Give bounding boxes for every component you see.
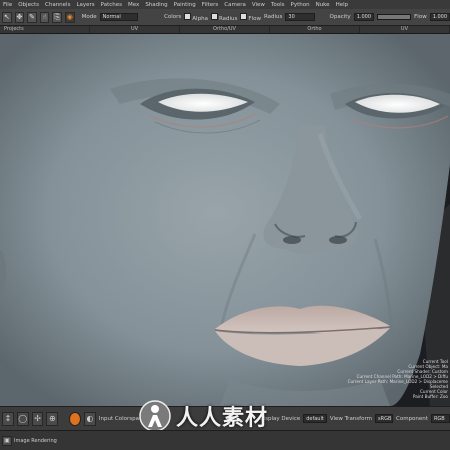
orbit-icon[interactable]: ◯ — [16, 411, 29, 426]
radius-input[interactable]: 30 — [285, 13, 316, 21]
menu-item-patches[interactable]: Patches — [101, 2, 122, 8]
menu-item-tools[interactable]: Tools — [271, 2, 285, 8]
radius-field-label: Radius — [263, 14, 283, 20]
radius-checkbox[interactable]: Radius — [210, 12, 238, 22]
menu-item-objects[interactable]: Objects — [18, 2, 39, 8]
status-bar: ▣ Image Rendering — [0, 430, 450, 450]
menu-item-filters[interactable]: Filters — [202, 2, 219, 8]
render-icon[interactable]: ▣ — [2, 435, 12, 446]
flow-field-label: Flow — [414, 14, 427, 20]
menu-item-file[interactable]: File — [3, 2, 12, 8]
move-icon[interactable]: ↕ — [2, 411, 14, 426]
radius-label: Radius — [218, 15, 238, 22]
smudge-icon[interactable]: ☝ — [39, 11, 50, 23]
watermark-text: 人人素材 — [176, 406, 269, 431]
colors-label: Colors — [164, 14, 182, 20]
opacity-input[interactable]: 1.000 — [353, 13, 375, 21]
brush-icon[interactable]: ✎ — [27, 11, 37, 23]
tool-options-bar: ↖ ✥ ✎ ☝ ⎘ ◉ Mode Normal Colors Alpha Rad… — [0, 9, 450, 26]
pan-icon[interactable]: ✢ — [31, 411, 44, 426]
tab-uv-2[interactable]: UV — [360, 26, 450, 33]
viewport-tabs: Projects UV Ortho/UV Ortho UV — [0, 26, 450, 34]
mode-label: Mode — [81, 14, 97, 20]
menu-item-mex[interactable]: Mex — [128, 2, 139, 8]
3d-viewport[interactable]: Current Tool Current Object: Ma Current Sh… — [0, 34, 450, 406]
mode-select[interactable]: Normal — [99, 13, 138, 21]
menu-item-channels[interactable]: Channels — [45, 2, 70, 8]
opacity-label: Opacity — [329, 14, 351, 20]
opacity-slider[interactable] — [377, 14, 412, 20]
face-render — [0, 34, 450, 406]
tab-ortho[interactable]: Ortho — [270, 26, 360, 33]
status-text: Image Rendering — [14, 437, 57, 444]
menu-item-nuke[interactable]: Nuke — [316, 2, 330, 8]
menu-item-painting[interactable]: Painting — [174, 2, 196, 8]
menu-item-shading[interactable]: Shading — [145, 2, 167, 8]
paint-icon[interactable]: ◉ — [65, 11, 75, 23]
tab-uv[interactable]: UV — [90, 26, 181, 33]
watermark: 人人素材 — [138, 398, 328, 434]
clone-icon[interactable]: ⎘ — [52, 11, 63, 23]
flow-label: Flow — [248, 15, 261, 22]
component-select[interactable]: RGB — [430, 414, 450, 423]
menu-item-layers[interactable]: Layers — [76, 2, 94, 8]
record-button[interactable] — [69, 411, 82, 426]
zoom-icon[interactable]: ⊕ — [46, 411, 59, 426]
menu-item-view[interactable]: View — [252, 2, 265, 8]
menu-bar: File Objects Channels Layers Patches Mex Shadi… — [0, 0, 450, 9]
component-label: Component — [396, 415, 428, 422]
hud-line: Paint Buffer: Zoo — [412, 394, 448, 399]
tab-projects[interactable]: Projects — [0, 26, 91, 33]
view-transform-select[interactable]: sRGB — [375, 414, 393, 423]
transform-icon[interactable]: ✥ — [14, 11, 25, 23]
tab-ortho-uv[interactable]: Ortho/UV — [180, 26, 270, 33]
man-logo — [139, 400, 171, 432]
pointer-icon[interactable]: ↖ — [2, 11, 12, 23]
menu-item-help[interactable]: Help — [336, 2, 349, 8]
colorspace-icon[interactable]: ◐ — [84, 411, 96, 426]
alpha-label: Alpha — [192, 15, 208, 22]
view-transform-label: View Transform — [329, 415, 372, 422]
alpha-checkbox[interactable]: Alpha — [184, 12, 208, 22]
flow-checkbox[interactable]: Flow — [240, 12, 261, 22]
flow-input[interactable]: 1.000 — [429, 13, 450, 21]
menu-item-python[interactable]: Python — [291, 2, 310, 8]
menu-item-camera[interactable]: Camera — [224, 2, 246, 8]
hud-info: Current Tool Current Object: Ma Current Sh… — [348, 359, 448, 399]
